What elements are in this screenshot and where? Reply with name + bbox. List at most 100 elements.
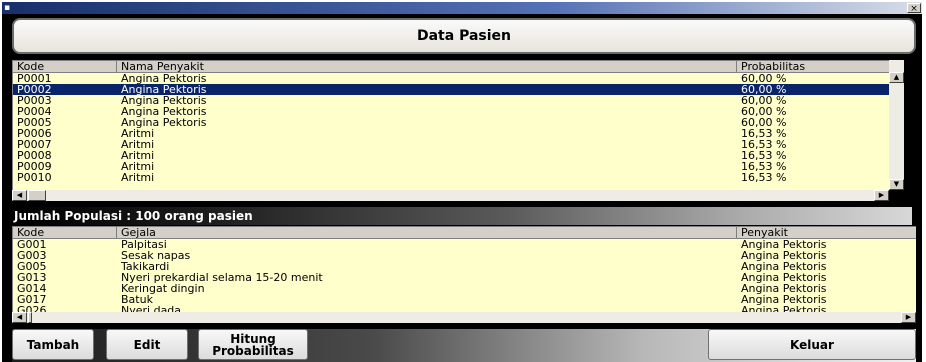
scroll-down-icon[interactable]: ▼: [889, 179, 904, 190]
table-row[interactable]: P0010 Aritmi 16,53 %: [13, 172, 904, 183]
scroll-right-icon[interactable]: ▶: [901, 312, 916, 323]
app-window: ▪ × Data Pasien Kode Nama Penyakit Proba…: [2, 2, 922, 362]
tambah-button[interactable]: Tambah: [12, 329, 94, 360]
row-kode: G014: [17, 283, 47, 294]
table-row[interactable]: P0009 Aritmi 16,53 %: [13, 161, 904, 172]
scroll-thumb[interactable]: [28, 190, 46, 201]
row-nama-penyakit: Aritmi: [121, 128, 155, 139]
row-kode: P0009: [17, 161, 52, 172]
table-row[interactable]: G017 Batuk Angina Pektoris: [13, 294, 916, 305]
row-probabilitas: 60,00 %: [741, 106, 787, 117]
table-row[interactable]: G005 Takikardi Angina Pektoris: [13, 261, 916, 272]
row-kode: P0005: [17, 117, 52, 128]
row-probabilitas: 16,53 %: [741, 139, 787, 150]
button-bar: Tambah Edit Hitung Probabilitas Keluar: [12, 329, 916, 362]
row-nama-penyakit: Aritmi: [121, 172, 155, 183]
table-row[interactable]: P0001 Angina Pektoris 60,00 %: [13, 73, 904, 84]
hitung-label: Hitung: [230, 331, 276, 346]
row-probabilitas: 16,53 %: [741, 150, 787, 161]
table-row[interactable]: P0003 Angina Pektoris 60,00 %: [13, 95, 904, 106]
row-penyakit: Angina Pektoris: [741, 239, 827, 250]
table-row[interactable]: G001 Palpitasi Angina Pektoris: [13, 239, 916, 250]
row-gejala: Batuk: [121, 294, 153, 305]
table-row[interactable]: P0004 Angina Pektoris 60,00 %: [13, 106, 904, 117]
scroll-up-icon[interactable]: ▲: [889, 72, 904, 83]
row-kode: P0002: [17, 84, 52, 95]
row-kode: P0001: [17, 73, 52, 84]
column-header-nama-penyakit[interactable]: Nama Penyakit: [117, 61, 737, 73]
table-row[interactable]: P0005 Angina Pektoris 60,00 %: [13, 117, 904, 128]
edit-button[interactable]: Edit: [106, 329, 188, 360]
row-probabilitas: 16,53 %: [741, 128, 787, 139]
row-probabilitas: 60,00 %: [741, 73, 787, 84]
title-bar[interactable]: ▪ ×: [2, 2, 922, 14]
table-row[interactable]: P0002 Angina Pektoris 60,00 %: [13, 84, 904, 95]
row-penyakit: Angina Pektoris: [741, 283, 827, 294]
row-penyakit: Angina Pektoris: [741, 250, 827, 261]
row-kode: G003: [17, 250, 47, 261]
row-kode: P0007: [17, 139, 52, 150]
close-button[interactable]: ×: [907, 3, 921, 14]
row-nama-penyakit: Angina Pektoris: [121, 117, 207, 128]
scroll-thumb[interactable]: [28, 312, 32, 323]
row-gejala: Nyeri dada: [121, 305, 182, 312]
table-row[interactable]: P0008 Aritmi 16,53 %: [13, 150, 904, 161]
row-gejala: Keringat dingin: [121, 283, 205, 294]
probabilitas-label: Probabilitas: [212, 343, 294, 358]
row-kode: P0004: [17, 106, 52, 117]
table-row[interactable]: G013 Nyeri prekardial selama 15-20 menit A…: [13, 272, 916, 283]
row-nama-penyakit: Aritmi: [121, 139, 155, 150]
population-label: Jumlah Populasi : 100 orang pasien: [12, 207, 912, 225]
row-penyakit: Angina Pektoris: [741, 305, 827, 312]
row-kode: G005: [17, 261, 47, 272]
row-kode: P0010: [17, 172, 52, 183]
scroll-left-icon[interactable]: ◀: [12, 312, 27, 323]
row-nama-penyakit: Aritmi: [121, 150, 155, 161]
row-gejala: Takikardi: [121, 261, 170, 272]
table-row[interactable]: G014 Keringat dingin Angina Pektoris: [13, 283, 916, 294]
row-probabilitas: 16,53 %: [741, 172, 787, 183]
symptom-grid[interactable]: Kode Gejala Penyakit G001 Palpitasi Angina…: [12, 226, 916, 312]
row-kode: G001: [17, 239, 47, 250]
row-gejala: Nyeri prekardial selama 15-20 menit: [121, 272, 323, 283]
row-gejala: Sesak napas: [121, 250, 191, 261]
row-probabilitas: 60,00 %: [741, 117, 787, 128]
row-kode: P0003: [17, 95, 52, 106]
hitung-probabilitas-button[interactable]: Hitung Probabilitas: [198, 329, 308, 360]
symptom-grid-horizontal-scrollbar[interactable]: ◀ ▶: [12, 312, 916, 323]
table-row[interactable]: G026 Nyeri dada Angina Pektoris: [13, 305, 916, 312]
row-kode: G026: [17, 305, 47, 312]
row-nama-penyakit: Angina Pektoris: [121, 73, 207, 84]
row-nama-penyakit: Aritmi: [121, 161, 155, 172]
table-row[interactable]: G003 Sesak napas Angina Pektoris: [13, 250, 916, 261]
table-row[interactable]: P0007 Aritmi 16,53 %: [13, 139, 904, 150]
row-nama-penyakit: Angina Pektoris: [121, 95, 207, 106]
page-title: Data Pasien: [12, 18, 916, 54]
table-row[interactable]: P0006 Aritmi 16,53 %: [13, 128, 904, 139]
row-probabilitas: 60,00 %: [741, 95, 787, 106]
row-nama-penyakit: Angina Pektoris: [121, 106, 207, 117]
row-penyakit: Angina Pektoris: [741, 261, 827, 272]
row-kode: G017: [17, 294, 47, 305]
window-menu-icon[interactable]: ▪: [4, 3, 14, 13]
row-probabilitas: 60,00 %: [741, 84, 787, 95]
column-header-penyakit[interactable]: Penyakit: [737, 227, 916, 239]
keluar-button[interactable]: Keluar: [708, 329, 916, 360]
column-header-kode[interactable]: Kode: [13, 227, 117, 239]
disease-grid-vertical-scrollbar[interactable]: ▲ ▼: [889, 60, 904, 190]
column-header-kode[interactable]: Kode: [13, 61, 117, 73]
row-kode: P0008: [17, 150, 52, 161]
row-penyakit: Angina Pektoris: [741, 294, 827, 305]
row-nama-penyakit: Angina Pektoris: [121, 84, 207, 95]
scroll-left-icon[interactable]: ◀: [12, 190, 27, 201]
row-kode: G013: [17, 272, 47, 283]
disease-grid[interactable]: Kode Nama Penyakit Probabilitas P0001 Ang…: [12, 60, 904, 190]
row-probabilitas: 16,53 %: [741, 161, 787, 172]
disease-grid-horizontal-scrollbar[interactable]: ◀ ▶: [12, 190, 889, 201]
column-header-gejala[interactable]: Gejala: [117, 227, 737, 239]
scroll-right-icon[interactable]: ▶: [874, 190, 889, 201]
row-gejala: Palpitasi: [121, 239, 167, 250]
row-penyakit: Angina Pektoris: [741, 272, 827, 283]
row-kode: P0006: [17, 128, 52, 139]
column-header-probabilitas[interactable]: Probabilitas: [737, 61, 904, 73]
